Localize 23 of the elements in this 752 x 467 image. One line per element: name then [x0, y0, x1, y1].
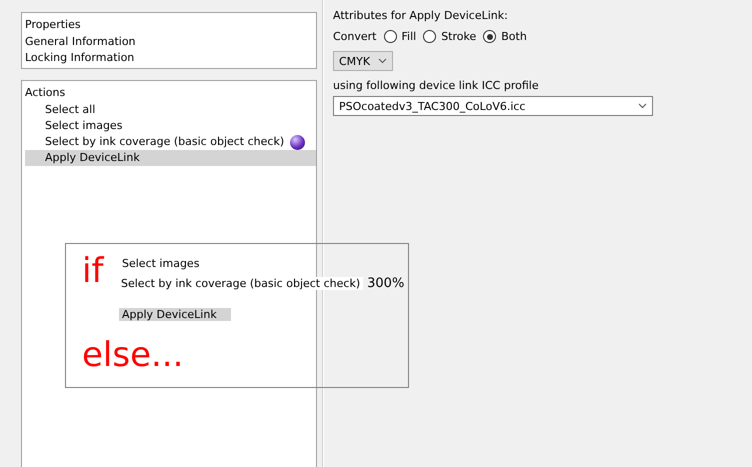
action-item[interactable]: Select by ink coverage (basic object check): [25, 134, 306, 150]
annotation-item: Select images: [121, 257, 200, 270]
if-label: if: [82, 252, 104, 290]
profile-label: using following device link ICC profile: [333, 79, 540, 92]
convert-label: Convert: [333, 30, 376, 43]
radio-option[interactable]: Fill: [384, 30, 416, 43]
panel-title: Actions: [25, 85, 66, 101]
color-space-dropdown[interactable]: CMYK: [333, 51, 394, 71]
chevron-down-icon: [638, 103, 647, 109]
coverage-value: 300%: [367, 276, 404, 291]
properties-item[interactable]: Locking Information: [25, 50, 316, 66]
else-label: else...: [82, 336, 184, 374]
action-item[interactable]: Select images: [25, 118, 122, 134]
action-item[interactable]: Select all: [25, 102, 96, 118]
chevron-down-icon: [378, 58, 388, 64]
profile-dropdown[interactable]: PSOcoatedv3_TAC300_CoLoV6.icc: [333, 96, 653, 116]
radio-option[interactable]: Both: [483, 30, 527, 43]
section-title: Attributes for Apply DeviceLink:: [333, 9, 509, 22]
action-item[interactable]: Apply DeviceLink: [25, 150, 316, 166]
annotation-item: Apply DeviceLink: [119, 308, 231, 321]
radio-option[interactable]: Stroke: [423, 30, 476, 43]
panel-title: Properties: [25, 17, 82, 33]
properties-item[interactable]: General Information: [25, 34, 316, 50]
